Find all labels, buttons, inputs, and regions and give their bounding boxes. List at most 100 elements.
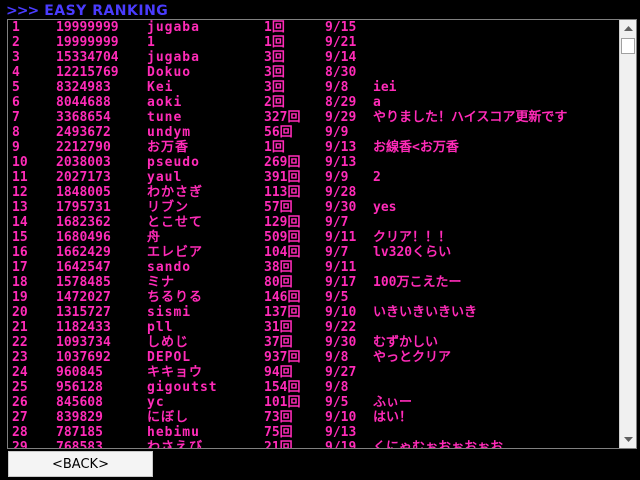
score-cell: 15334704 xyxy=(56,50,119,65)
table-row: 21 1182433 pll 31回 9/22 xyxy=(8,320,619,335)
table-row: 5 8324983 Kei 3回 9/8 iei xyxy=(8,80,619,95)
score-cell: 2212790 xyxy=(56,140,111,155)
name-cell: 舟 xyxy=(147,230,162,245)
comment-cell: 100万こえたー xyxy=(373,275,462,290)
score-cell: 1682362 xyxy=(56,215,111,230)
name-cell: しめじ xyxy=(147,335,190,350)
comment-cell: むずかしい xyxy=(373,335,439,350)
date-cell: 9/13 xyxy=(325,155,357,170)
plays-cell: 391回 xyxy=(264,170,301,185)
ranking-list[interactable]: 1 19999999 jugaba 1回 9/15 2 19999999 1 1回 9/21 3 15… xyxy=(7,19,637,449)
scroll-up-button[interactable] xyxy=(620,20,636,37)
date-cell: 9/15 xyxy=(325,20,357,35)
title-arrows: >>> xyxy=(6,3,39,19)
scroll-down-button[interactable] xyxy=(620,431,636,448)
title-text: EASY RANKING xyxy=(44,3,169,19)
score-cell: 1795731 xyxy=(56,200,111,215)
scroll-thumb[interactable] xyxy=(621,38,635,54)
comment-cell: やりました！ハイスコア更新です xyxy=(373,110,568,125)
back-button[interactable]: <BACK> xyxy=(8,451,153,477)
rank-cell: 7 xyxy=(12,110,20,125)
name-cell: pseudo xyxy=(147,155,200,170)
date-cell: 9/19 xyxy=(325,440,357,448)
table-row: 15 1680496 舟 509回 9/11 クリア！！！ xyxy=(8,230,619,245)
score-cell: 19999999 xyxy=(56,35,119,50)
plays-cell: 146回 xyxy=(264,290,301,305)
score-cell: 19999999 xyxy=(56,20,119,35)
rank-cell: 8 xyxy=(12,125,20,140)
plays-cell: 129回 xyxy=(264,215,301,230)
rank-cell: 23 xyxy=(12,350,28,365)
comment-cell: ふぃー xyxy=(373,395,413,410)
comment-cell: iei xyxy=(373,80,397,95)
table-row: 14 1682362 とこせて 129回 9/7 xyxy=(8,215,619,230)
rank-cell: 19 xyxy=(12,290,28,305)
arrow-down-icon xyxy=(623,437,633,442)
date-cell: 9/9 xyxy=(325,125,349,140)
plays-cell: 113回 xyxy=(264,185,301,200)
date-cell: 9/11 xyxy=(325,260,357,275)
table-row: 2 19999999 1 1回 9/21 xyxy=(8,35,619,50)
table-row: 20 1315727 sismi 137回 9/10 いきいきいきいき xyxy=(8,305,619,320)
rank-cell: 17 xyxy=(12,260,28,275)
date-cell: 9/28 xyxy=(325,185,357,200)
rank-cell: 5 xyxy=(12,80,20,95)
rank-cell: 16 xyxy=(12,245,28,260)
score-cell: 845608 xyxy=(56,395,103,410)
comment-cell: yes xyxy=(373,200,397,215)
date-cell: 9/13 xyxy=(325,140,357,155)
name-cell: わかさぎ xyxy=(147,185,204,200)
comment-cell: lv320くらい xyxy=(373,245,452,260)
score-cell: 1315727 xyxy=(56,305,111,320)
score-cell: 1182433 xyxy=(56,320,111,335)
rank-cell: 25 xyxy=(12,380,28,395)
rank-cell: 29 xyxy=(12,440,28,448)
date-cell: 9/9 xyxy=(325,170,349,185)
vertical-scrollbar[interactable] xyxy=(619,20,636,448)
plays-cell: 3回 xyxy=(264,65,285,80)
table-row: 6 8044688 aoki 2回 8/29 a xyxy=(8,95,619,110)
plays-cell: 38回 xyxy=(264,260,293,275)
rank-cell: 18 xyxy=(12,275,28,290)
rank-cell: 22 xyxy=(12,335,28,350)
table-row: 16 1662429 エレビア 104回 9/7 lv320くらい xyxy=(8,245,619,260)
date-cell: 9/8 xyxy=(325,80,349,95)
plays-cell: 21回 xyxy=(264,440,293,448)
plays-cell: 101回 xyxy=(264,395,301,410)
table-row: 12 1848005 わかさぎ 113回 9/28 xyxy=(8,185,619,200)
plays-cell: 2回 xyxy=(264,95,285,110)
score-cell: 956128 xyxy=(56,380,103,395)
plays-cell: 1回 xyxy=(264,140,285,155)
rank-cell: 15 xyxy=(12,230,28,245)
plays-cell: 327回 xyxy=(264,110,301,125)
comment-cell: やっとクリア xyxy=(373,350,452,365)
rank-cell: 26 xyxy=(12,395,28,410)
rank-cell: 14 xyxy=(12,215,28,230)
date-cell: 9/30 xyxy=(325,200,357,215)
rank-cell: 28 xyxy=(12,425,28,440)
name-cell: エレビア xyxy=(147,245,204,260)
plays-cell: 73回 xyxy=(264,410,293,425)
rank-cell: 2 xyxy=(12,35,20,50)
date-cell: 9/11 xyxy=(325,230,357,245)
date-cell: 9/22 xyxy=(325,320,357,335)
table-row: 23 1037692 DEPOL 937回 9/8 やっとクリア xyxy=(8,350,619,365)
comment-cell: はい！ xyxy=(373,410,413,425)
date-cell: 9/5 xyxy=(325,395,349,410)
table-row: 29 768583 わさえび 21回 9/19 くにゃむぉおぉおぉお xyxy=(8,440,619,448)
plays-cell: 75回 xyxy=(264,425,293,440)
score-cell: 768583 xyxy=(56,440,103,448)
score-cell: 787185 xyxy=(56,425,103,440)
rank-cell: 27 xyxy=(12,410,28,425)
name-cell: Kei xyxy=(147,80,174,95)
plays-cell: 37回 xyxy=(264,335,293,350)
name-cell: pll xyxy=(147,320,174,335)
rank-cell: 11 xyxy=(12,170,28,185)
date-cell: 8/30 xyxy=(325,65,357,80)
score-cell: 960845 xyxy=(56,365,103,380)
ranking-rows: 1 19999999 jugaba 1回 9/15 2 19999999 1 1回 9/21 3 15… xyxy=(8,20,619,448)
date-cell: 9/7 xyxy=(325,245,349,260)
table-row: 13 1795731 リブン 57回 9/30 yes xyxy=(8,200,619,215)
rank-cell: 21 xyxy=(12,320,28,335)
plays-cell: 57回 xyxy=(264,200,293,215)
